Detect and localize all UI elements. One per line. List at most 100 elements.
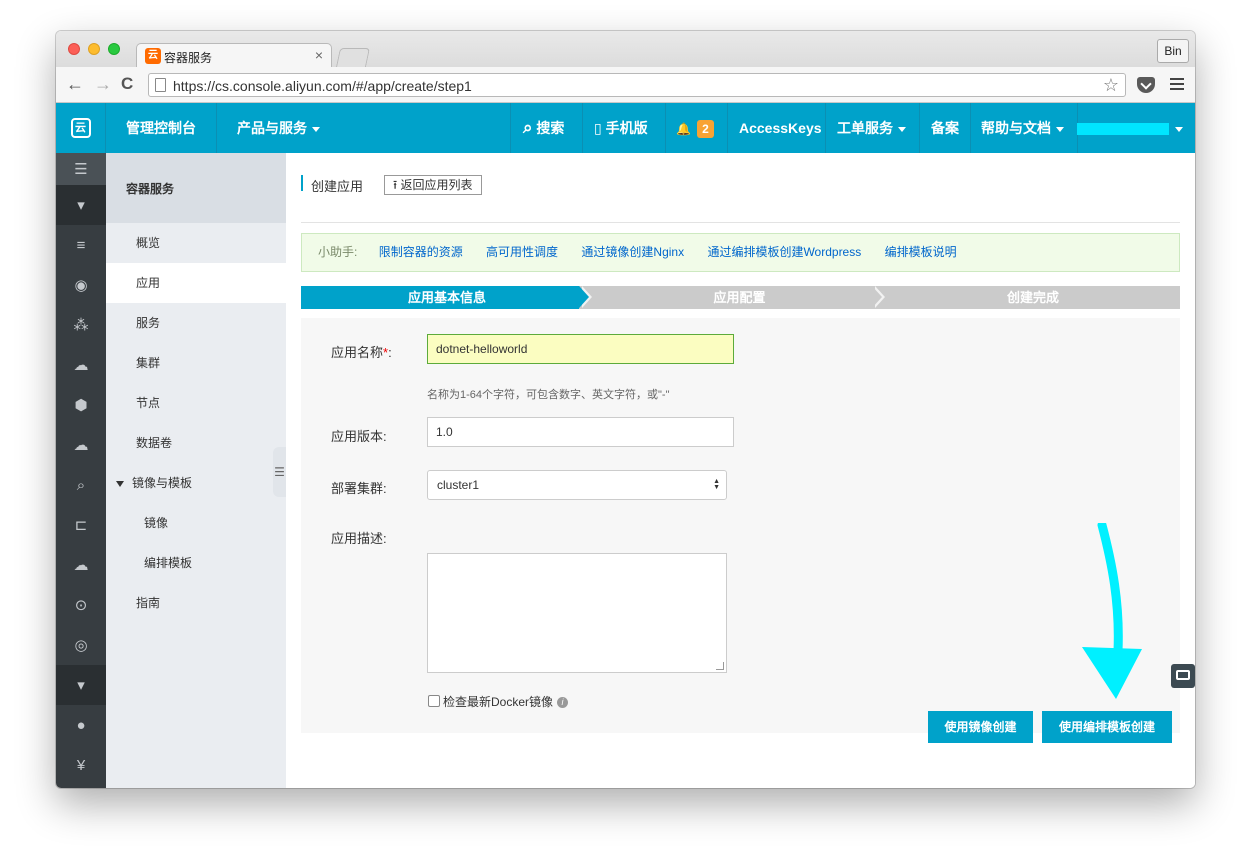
divider bbox=[301, 222, 1180, 223]
sidebar-title: 容器服务 bbox=[126, 182, 175, 196]
cluster-select[interactable]: cluster1 ▲ ▼ bbox=[427, 470, 727, 500]
address-bar[interactable]: https://cs.console.aliyun.com/#/app/crea… bbox=[148, 73, 1126, 97]
rail-billing-icon[interactable]: ¥ bbox=[56, 745, 106, 785]
app-name-input[interactable]: dotnet-helloworld bbox=[427, 334, 734, 364]
header-divider bbox=[510, 103, 511, 153]
mobile-version-link[interactable]: ▯ 手机版 bbox=[594, 103, 648, 153]
tab-strip: 云 容器服务 × Bin bbox=[56, 31, 1195, 67]
helper-link-ha-scheduling[interactable]: 高可用性调度 bbox=[486, 245, 558, 259]
notifications-button[interactable]: 🔔 2 bbox=[676, 103, 714, 153]
app-description-textarea[interactable] bbox=[427, 553, 727, 673]
sidebar-item-templates[interactable]: 编排模板 bbox=[106, 543, 286, 583]
back-arrow-icon[interactable]: ← bbox=[66, 75, 84, 93]
header-divider bbox=[665, 103, 666, 153]
resize-handle-icon[interactable] bbox=[716, 662, 724, 670]
rail-signal-icon[interactable]: ◎ bbox=[56, 625, 106, 665]
helper-link-wordpress[interactable]: 通过编排模板创建Wordpress bbox=[707, 245, 861, 259]
rail-user-icon[interactable]: ● bbox=[56, 705, 106, 745]
step-app-config: 应用配置 bbox=[713, 290, 766, 305]
close-window-button[interactable] bbox=[68, 43, 80, 55]
beian-link[interactable]: 备案 bbox=[931, 103, 959, 153]
chevron-down-icon bbox=[1056, 126, 1064, 132]
helper-link-template-docs[interactable]: 编排模板说明 bbox=[885, 245, 957, 259]
create-from-image-button[interactable]: 使用镜像创建 bbox=[928, 711, 1033, 743]
rail-cloud-icon[interactable]: ☁ bbox=[56, 425, 106, 465]
rail-container-icon[interactable]: ◉ bbox=[56, 265, 106, 305]
create-app-form: 应用名称*: dotnet-helloworld 名称为1-64个字符，可包含数… bbox=[301, 318, 1180, 733]
profile-button[interactable]: Bin bbox=[1157, 39, 1189, 63]
hamburger-menu-icon[interactable] bbox=[1170, 78, 1184, 90]
page-title: 创建应用 bbox=[311, 179, 364, 194]
helper-link-resource-limits[interactable]: 限制容器的资源 bbox=[379, 245, 463, 259]
sidebar-item-images[interactable]: 镜像 bbox=[106, 503, 286, 543]
bookmark-star-icon[interactable]: ☆ bbox=[1103, 75, 1119, 96]
title-accent-bar bbox=[301, 175, 303, 191]
rail-console-icon[interactable]: ⊏ bbox=[56, 505, 106, 545]
chevron-down-icon bbox=[898, 126, 906, 132]
address-url: https://cs.console.aliyun.com/#/app/crea… bbox=[173, 78, 472, 94]
reload-icon[interactable]: C bbox=[121, 75, 133, 93]
header-divider bbox=[970, 103, 971, 153]
sidebar-item-volumes[interactable]: 数据卷 bbox=[106, 423, 286, 463]
chat-feedback-icon[interactable] bbox=[1171, 664, 1195, 688]
create-from-template-button[interactable]: 使用编排模板创建 bbox=[1042, 711, 1172, 743]
pocket-icon[interactable] bbox=[1137, 77, 1155, 93]
sidebar-item-services[interactable]: 服务 bbox=[106, 303, 286, 343]
sidebar-item-images-templates[interactable]: 镜像与模板 bbox=[106, 463, 286, 503]
forward-arrow-icon[interactable]: → bbox=[94, 75, 112, 93]
annotation-arrow-icon bbox=[1082, 523, 1142, 699]
help-menu[interactable]: 帮助与文档 bbox=[981, 103, 1064, 153]
back-to-list-button[interactable]: ⭱ 返回应用列表 bbox=[384, 175, 482, 195]
rail-cloud-upload-icon[interactable]: ☁ bbox=[56, 345, 106, 385]
user-menu-toggle[interactable] bbox=[1170, 103, 1183, 153]
rail-link-icon[interactable]: ⊙ bbox=[56, 585, 106, 625]
product-icon-rail: ☰ ▾ ≡ ◉ ⁂ ☁ ⬢ ☁ ⌕ ⊏ ☁ ⊙ ◎ ▾ ● ¥ bbox=[56, 153, 106, 788]
search-icon: ⌕ bbox=[523, 118, 533, 137]
access-keys-link[interactable]: AccessKeys bbox=[739, 103, 822, 153]
aliyun-logo[interactable]: 云 bbox=[56, 103, 106, 153]
search-label: 搜索 bbox=[536, 120, 565, 136]
header-search[interactable]: ⌕ 搜索 bbox=[523, 103, 564, 153]
header-divider bbox=[825, 103, 826, 153]
ticket-menu[interactable]: 工单服务 bbox=[837, 103, 906, 153]
service-sidebar: 容器服务 概览 应用 服务 集群 节点 数据卷 镜像与模板 镜像 编排模板 指南 bbox=[106, 153, 286, 788]
check-latest-image-checkbox[interactable] bbox=[428, 695, 440, 707]
sidebar-item-applications[interactable]: 应用 bbox=[106, 263, 286, 303]
sidebar-item-clusters[interactable]: 集群 bbox=[106, 343, 286, 383]
products-menu[interactable]: 产品与服务 bbox=[237, 103, 320, 153]
sidebar-collapse-icon[interactable]: ☰ bbox=[273, 447, 286, 497]
products-label: 产品与服务 bbox=[237, 120, 307, 136]
rail-network-icon[interactable]: ⁂ bbox=[56, 305, 106, 345]
cluster-label: 部署集群: bbox=[331, 481, 387, 496]
app-version-input[interactable]: 1.0 bbox=[427, 417, 734, 447]
user-account-redacted[interactable] bbox=[1077, 123, 1169, 135]
browser-tab[interactable]: 云 容器服务 × bbox=[136, 43, 332, 67]
page-icon bbox=[155, 78, 166, 92]
rail-ecs-icon[interactable]: ≡ bbox=[56, 225, 106, 265]
zoom-window-button[interactable] bbox=[108, 43, 120, 55]
sidebar-item-nodes[interactable]: 节点 bbox=[106, 383, 286, 423]
tab-close-icon[interactable]: × bbox=[315, 47, 323, 63]
minimize-window-button[interactable] bbox=[88, 43, 100, 55]
rail-collapse-icon[interactable]: ▾ bbox=[56, 665, 106, 705]
app-name-label: 应用名称*: bbox=[331, 342, 392, 361]
mobile-icon: ▯ bbox=[594, 120, 602, 136]
rail-menu-icon[interactable]: ☰ bbox=[56, 153, 106, 185]
console-home-link[interactable]: 管理控制台 bbox=[126, 103, 196, 153]
step-complete: 创建完成 bbox=[1006, 290, 1059, 305]
notification-count-badge: 2 bbox=[696, 120, 714, 139]
sidebar-header: 容器服务 bbox=[106, 153, 286, 223]
sidebar-item-overview[interactable]: 概览 bbox=[106, 223, 286, 263]
select-updown-icon: ▲ ▼ bbox=[713, 478, 720, 491]
rail-hexagon-icon[interactable]: ⬢ bbox=[56, 385, 106, 425]
rail-search-icon[interactable]: ⌕ bbox=[56, 465, 106, 505]
new-tab-button[interactable] bbox=[335, 48, 371, 67]
info-icon[interactable]: i bbox=[557, 697, 569, 709]
sidebar-item-guide[interactable]: 指南 bbox=[106, 583, 286, 623]
ticket-label: 工单服务 bbox=[837, 120, 893, 136]
rail-cloud-outline-icon[interactable]: ☁ bbox=[56, 545, 106, 585]
rail-collapse-icon[interactable]: ▾ bbox=[56, 185, 106, 225]
app-name-label-text: 应用名称 bbox=[331, 345, 384, 360]
aliyun-favicon-icon: 云 bbox=[145, 48, 161, 64]
helper-link-nginx[interactable]: 通过镜像创建Nginx bbox=[581, 245, 684, 259]
